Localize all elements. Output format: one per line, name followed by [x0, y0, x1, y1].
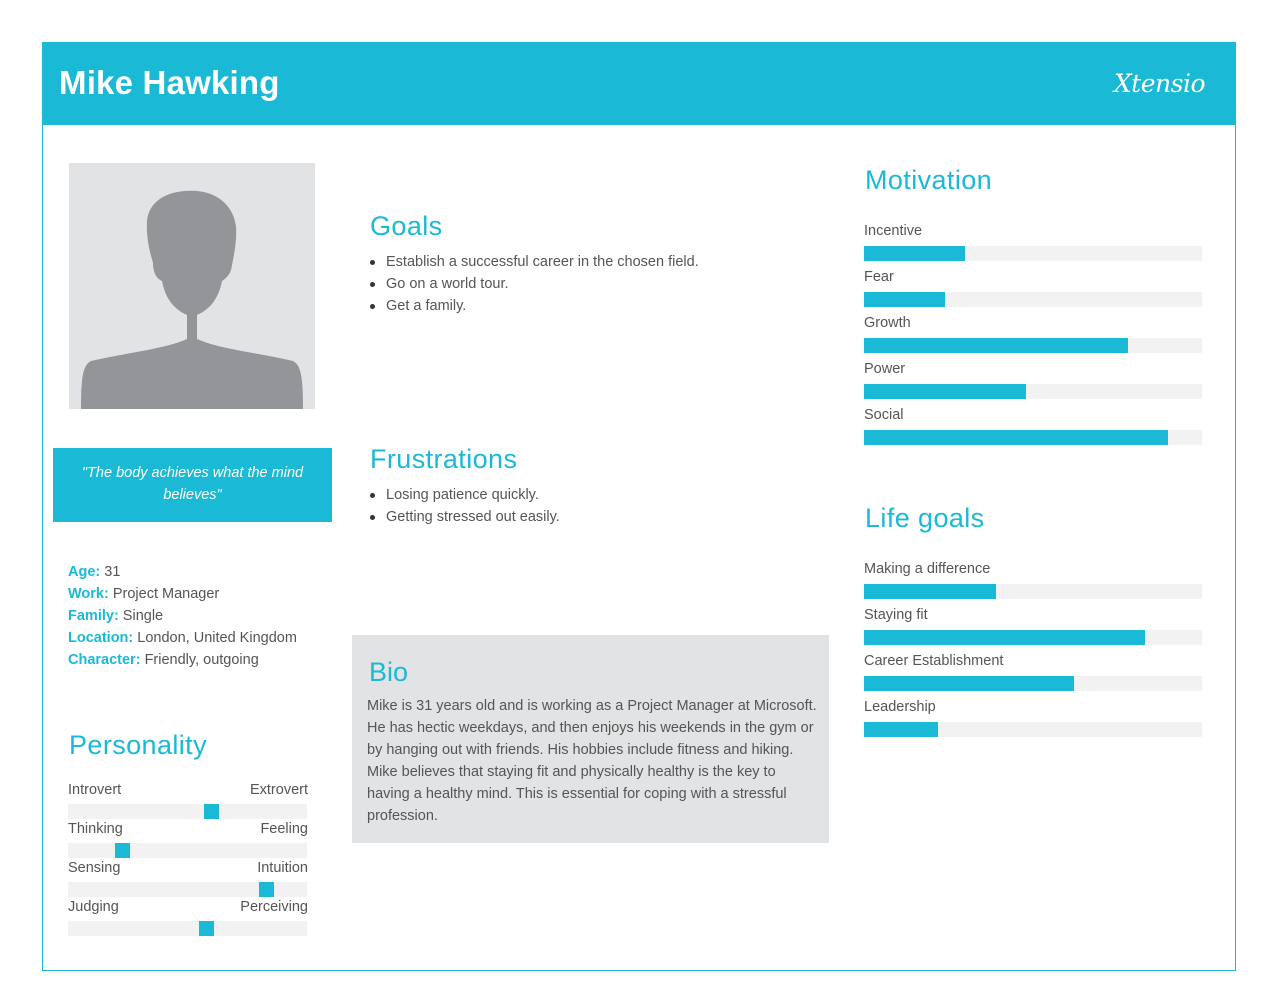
personality-trait: Introvert Extrovert: [68, 782, 308, 819]
goals-list: Establish a successful career in the cho…: [370, 251, 830, 317]
bar-track: [864, 338, 1202, 353]
trait-slider-marker: [204, 804, 219, 819]
facts-list: Age: 31 Work: Project Manager Family: Si…: [68, 561, 297, 671]
life-goal-item: Leadership: [864, 699, 1203, 737]
goals-title: Goals: [370, 211, 443, 241]
person-silhouette-icon: [81, 190, 303, 409]
bar-label: Fear: [864, 269, 894, 285]
trait-left-label: Judging: [68, 899, 119, 915]
trait-slider-track: [68, 804, 307, 819]
list-item: Getting stressed out easily.: [370, 506, 830, 528]
list-item: Get a family.: [370, 295, 830, 317]
bio-title: Bio: [369, 657, 409, 687]
personality-title: Personality: [69, 730, 207, 760]
motivation-item: Growth: [864, 315, 1203, 353]
bar-fill: [864, 722, 939, 737]
fact-location: Location: London, United Kingdom: [68, 630, 297, 646]
trait-right-label: Perceiving: [240, 899, 308, 915]
bar-fill: [864, 246, 966, 261]
trait-slider-track: [68, 843, 307, 858]
bar-track: [864, 584, 1202, 599]
quote-text: "The body achieves what the mind believe…: [81, 465, 304, 503]
list-item: Losing patience quickly.: [370, 484, 830, 506]
quote-box: "The body achieves what the mind believe…: [53, 448, 332, 522]
life-goal-item: Staying fit: [864, 607, 1203, 645]
bar-fill: [864, 430, 1169, 445]
fact-age: Age: 31: [68, 564, 121, 580]
header-bar: Mike Hawking Xtensio: [43, 43, 1235, 125]
persona-card: Mike Hawking Xtensio "The body achieves …: [42, 42, 1236, 971]
bar-label: Social: [864, 407, 904, 423]
bar-label: Staying fit: [864, 607, 928, 623]
bar-track: [864, 722, 1202, 737]
bar-track: [864, 676, 1202, 691]
bar-fill: [864, 676, 1074, 691]
bar-track: [864, 292, 1202, 307]
trait-slider-track: [68, 921, 307, 936]
fact-work: Work: Project Manager: [68, 586, 220, 602]
bio-text: Mike is 31 years old and is working as a…: [367, 698, 817, 824]
bar-fill: [864, 338, 1128, 353]
frustrations-title: Frustrations: [370, 444, 518, 474]
bar-track: [864, 630, 1202, 645]
trait-slider-marker: [259, 882, 274, 897]
trait-left-label: Introvert: [68, 782, 122, 798]
motivation-item: Power: [864, 361, 1203, 399]
persona-name: Mike Hawking: [59, 64, 280, 101]
fact-family: Family: Single: [68, 608, 164, 624]
personality-trait: Sensing Intuition: [68, 860, 308, 897]
frustrations-list: Losing patience quickly. Getting stresse…: [370, 484, 830, 528]
bar-label: Power: [864, 361, 906, 377]
bar-label: Growth: [864, 315, 911, 331]
bar-label: Making a difference: [864, 561, 991, 577]
list-item: Go on a world tour.: [370, 273, 830, 295]
motivation-item: Social: [864, 407, 1203, 445]
trait-left-label: Sensing: [68, 860, 121, 876]
personality-trait: Judging Perceiving: [68, 899, 308, 936]
trait-right-label: Intuition: [257, 860, 308, 876]
trait-right-label: Extrovert: [249, 782, 308, 798]
bar-fill: [864, 584, 996, 599]
avatar: [69, 163, 315, 409]
trait-slider-marker: [115, 843, 130, 858]
bar-label: Leadership: [864, 699, 936, 715]
motivation-item: Fear: [864, 269, 1203, 307]
bar-fill: [864, 384, 1027, 399]
trait-slider-marker: [199, 921, 214, 936]
trait-left-label: Thinking: [68, 821, 123, 837]
life-goal-item: Making a difference: [864, 561, 1203, 599]
bar-track: [864, 246, 1202, 261]
trait-right-label: Feeling: [260, 821, 308, 837]
motivation-title: Motivation: [865, 165, 993, 195]
life-goal-item: Career Establishment: [864, 653, 1203, 691]
bar-track: [864, 384, 1202, 399]
bar-track: [864, 430, 1202, 445]
bio-panel: Bio Mike is 31 years old and is working …: [352, 635, 829, 843]
bar-fill: [864, 630, 1145, 645]
list-item: Establish a successful career in the cho…: [370, 251, 830, 273]
personality-trait: Thinking Feeling: [68, 821, 308, 858]
bar-fill: [864, 292, 946, 307]
xtensio-logo: Xtensio: [1113, 69, 1206, 98]
life-goals-title: Life goals: [865, 503, 985, 533]
trait-slider-track: [68, 882, 307, 897]
fact-character: Character: Friendly, outgoing: [68, 652, 259, 668]
bar-label: Career Establishment: [864, 653, 1004, 669]
motivation-item: Incentive: [864, 223, 1203, 261]
bar-label: Incentive: [864, 223, 923, 239]
